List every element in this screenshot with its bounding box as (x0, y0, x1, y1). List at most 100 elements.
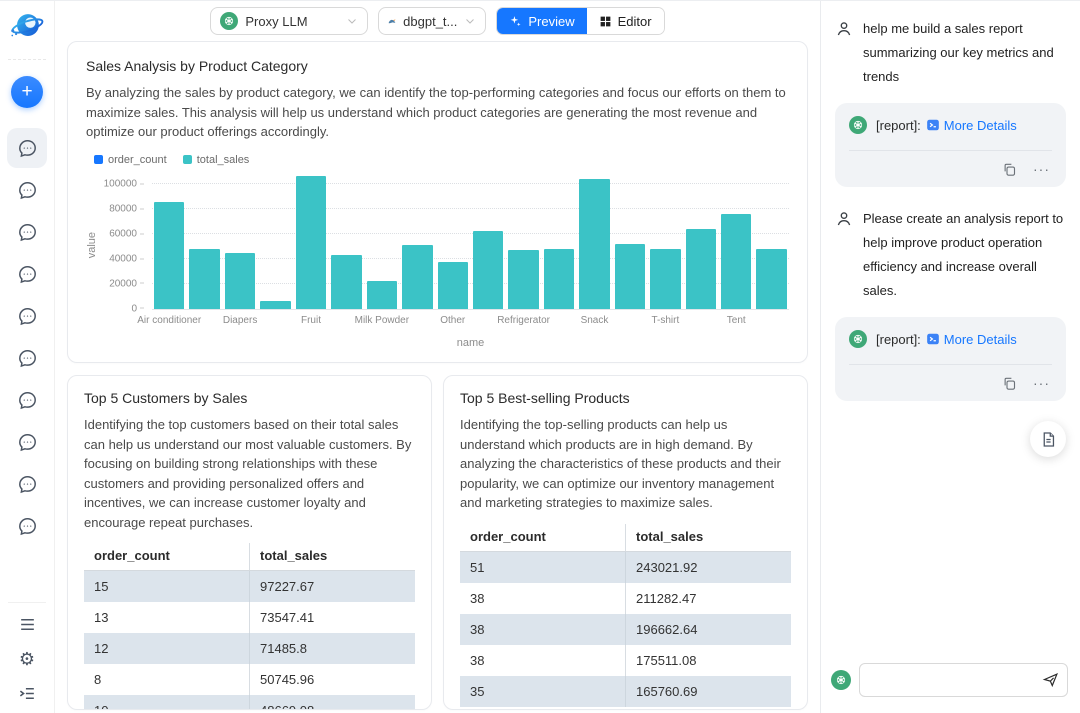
dbgpt-logo-icon[interactable] (8, 7, 46, 45)
new-chat-button[interactable]: + (11, 76, 43, 108)
top-products-card: Top 5 Best-selling Products Identifying … (443, 375, 808, 710)
legend-swatch (183, 155, 192, 164)
mysql-icon (388, 15, 396, 28)
assistant-message-card: [report]:More Details ··· (835, 317, 1066, 401)
table-cell: 165760.69 (626, 676, 792, 707)
terminal-icon (926, 118, 940, 132)
sidebar-chat-session[interactable] (7, 128, 47, 168)
column-header: total_sales (250, 543, 416, 571)
sidebar-chat-session[interactable] (7, 170, 47, 210)
preview-button[interactable]: Preview (497, 8, 586, 34)
copy-icon[interactable] (1002, 162, 1017, 177)
openai-knot (835, 674, 847, 686)
x-axis-tick-label: T-shirt (651, 315, 679, 326)
table-card-description: Identifying the top customers based on t… (84, 415, 415, 532)
table-row: 38211282.47 (460, 583, 791, 614)
table-cell: 35 (460, 676, 626, 707)
chart-card-description: By analyzing the sales by product catego… (86, 83, 789, 142)
send-icon[interactable] (1042, 671, 1059, 691)
x-axis-tick-label: Milk Powder (355, 315, 409, 326)
copy-icon[interactable] (1002, 376, 1017, 391)
view-mode-toggle: Preview Editor (496, 7, 664, 35)
menu-unfold-icon[interactable] (18, 684, 37, 703)
table-cell: 12 (84, 633, 250, 664)
column-header: order_count (460, 524, 626, 552)
sidebar-chat-session[interactable] (7, 212, 47, 252)
table-row: 850745.96 (84, 664, 415, 695)
menu-icon[interactable] (18, 615, 37, 634)
x-axis-tick-label: Snack (581, 315, 609, 326)
more-actions-icon[interactable]: ··· (1033, 375, 1050, 391)
legend-label: total_sales (197, 154, 250, 166)
user-message: help me build a sales report summarizing… (835, 17, 1066, 89)
sidebar-chat-session[interactable] (7, 380, 47, 420)
bar-total_sales (438, 262, 468, 309)
sidebar-chat-session[interactable] (7, 338, 47, 378)
user-message-text: help me build a sales report summarizing… (863, 17, 1066, 89)
model-select[interactable]: Proxy LLM (210, 7, 368, 35)
top-toolbar: Proxy LLM dbgpt_t... (55, 1, 820, 41)
x-axis-tick-label: Fruit (301, 315, 321, 326)
table-cell: 196662.64 (626, 614, 792, 645)
sidebar-bottom-group: ⚙ (8, 602, 46, 703)
table-cell: 8 (84, 664, 250, 695)
openai-knot (223, 15, 235, 27)
more-details-link[interactable]: More Details (944, 332, 1017, 347)
user-message-text: Please create an analysis report to help… (863, 207, 1066, 303)
sidebar-chat-session[interactable] (7, 464, 47, 504)
top-products-table: order_counttotal_sales51243021.923821128… (460, 524, 791, 707)
openai-icon (220, 12, 238, 30)
legend-item-order-count[interactable]: order_count (94, 154, 167, 166)
table-cell: 211282.47 (626, 583, 792, 614)
more-details-link[interactable]: More Details (944, 118, 1017, 133)
table-row: 1597227.67 (84, 571, 415, 603)
chat-bubble-icon (17, 516, 38, 537)
table-cell: 38 (460, 583, 626, 614)
chart-legend: order_count total_sales (94, 154, 789, 166)
settings-gear-icon[interactable]: ⚙ (19, 650, 35, 668)
chat-message-input[interactable] (859, 663, 1068, 697)
chat-bubble-icon (17, 180, 38, 201)
editor-button[interactable]: Editor (587, 8, 664, 34)
legend-label: order_count (108, 154, 167, 166)
bar-total_sales (686, 229, 716, 309)
chart-bars (152, 172, 789, 309)
assistant-message-card: [report]:More Details ··· (835, 103, 1066, 187)
chart-card-title: Sales Analysis by Product Category (86, 58, 789, 74)
table-card-title: Top 5 Customers by Sales (84, 390, 415, 406)
table-row: 1048669.08 (84, 695, 415, 710)
bar-total_sales (402, 245, 432, 309)
chevron-down-icon (346, 15, 358, 27)
x-axis-title: name (152, 337, 789, 349)
app-window: + (0, 0, 1080, 713)
more-actions-icon[interactable]: ··· (1033, 161, 1050, 177)
table-cell: 97227.67 (250, 571, 416, 603)
bar-total_sales (260, 301, 290, 309)
card-divider (849, 150, 1052, 151)
sidebar-chat-session[interactable] (7, 296, 47, 336)
assistant-message-text: [report]:More Details (876, 118, 1017, 133)
openai-knot (852, 119, 864, 131)
top-customers-table: order_counttotal_sales1597227.671373547.… (84, 543, 415, 710)
terminal-icon (926, 332, 940, 346)
sidebar-chat-session[interactable] (7, 254, 47, 294)
sidebar-chat-session[interactable] (7, 506, 47, 546)
y-axis-tick-label: 0 (131, 303, 144, 314)
bar-total_sales (721, 214, 751, 309)
sidebar-chat-session[interactable] (7, 422, 47, 462)
bar-total_sales (367, 281, 397, 309)
y-axis-tick-label: 40000 (109, 253, 144, 264)
document-icon (1040, 431, 1057, 448)
bar-total_sales (189, 249, 219, 308)
report-document-button[interactable] (1030, 421, 1066, 457)
bar-total_sales (296, 176, 326, 309)
database-select[interactable]: dbgpt_t... (378, 7, 486, 35)
table-cell: 38 (460, 614, 626, 645)
user-avatar-icon (835, 210, 853, 303)
tables-row: Top 5 Customers by Sales Identifying the… (67, 375, 808, 710)
bar-total_sales (473, 231, 503, 308)
user-message: Please create an analysis report to help… (835, 207, 1066, 303)
table-row: 38175511.08 (460, 645, 791, 676)
legend-item-total-sales[interactable]: total_sales (183, 154, 250, 166)
bar-total_sales (154, 202, 184, 308)
